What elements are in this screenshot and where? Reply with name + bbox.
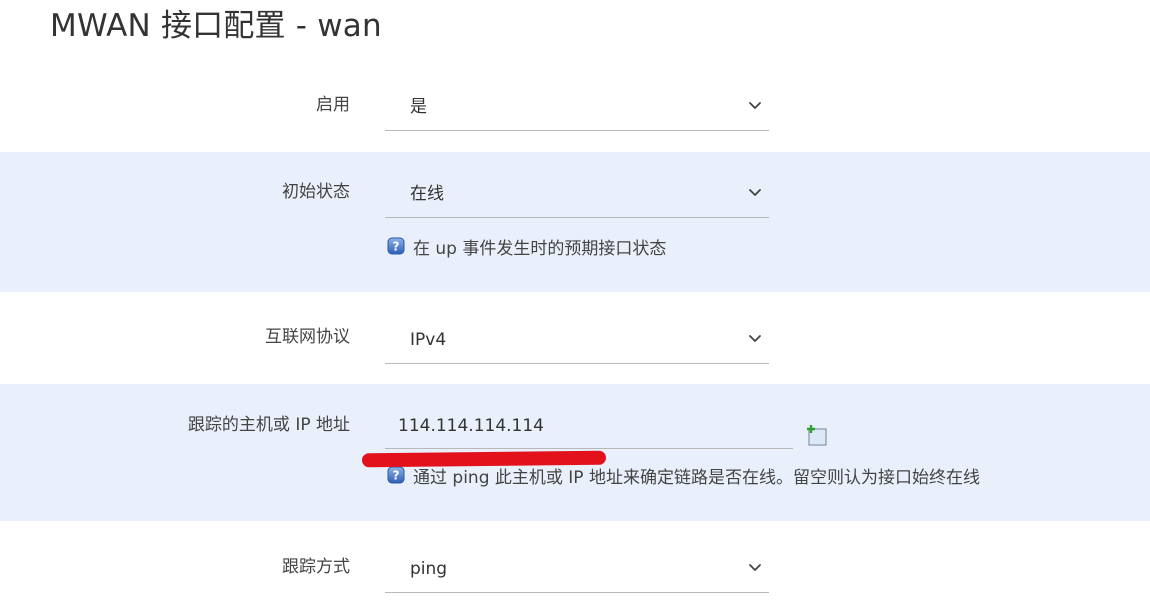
chevron-down-icon (749, 102, 761, 109)
row-initial-state: 初始状态 在线 ? 在 up 事件发生时的预期接口状态 (0, 152, 1150, 292)
enabled-select[interactable]: 是 (385, 83, 769, 131)
svg-text:?: ? (393, 240, 400, 254)
track-ip-help-text: 通过 ping 此主机或 IP 地址来确定链路是否在线。留空则认为接口始终在线 (413, 468, 980, 488)
track-method-value: ping (410, 559, 448, 579)
track-method-label: 跟踪方式 (282, 557, 350, 577)
chevron-down-icon (749, 189, 761, 196)
enabled-value: 是 (410, 97, 427, 117)
initial-state-help: ? 在 up 事件发生时的预期接口状态 (387, 237, 666, 261)
row-protocol: 互联网协议 IPv4 (0, 292, 1150, 384)
chevron-down-icon (749, 335, 761, 342)
add-field-icon[interactable] (806, 425, 828, 447)
protocol-value: IPv4 (410, 330, 447, 350)
page-title: MWAN 接口配置 - wan (50, 8, 382, 44)
initial-state-help-text: 在 up 事件发生时的预期接口状态 (413, 239, 667, 259)
row-enabled: 启用 是 (0, 58, 1150, 152)
track-ip-label: 跟踪的主机或 IP 地址 (187, 415, 350, 435)
protocol-label: 互联网协议 (265, 327, 350, 347)
svg-text:?: ? (393, 469, 400, 483)
track-method-select[interactable]: ping (385, 545, 769, 593)
initial-state-value: 在线 (410, 184, 444, 204)
enabled-label: 启用 (316, 95, 350, 115)
track-ip-input[interactable] (385, 403, 793, 449)
chevron-down-icon (749, 564, 761, 571)
track-ip-help: ? 通过 ping 此主机或 IP 地址来确定链路是否在线。留空则认为接口始终在… (387, 466, 980, 490)
help-icon: ? (387, 466, 405, 484)
help-icon: ? (387, 237, 405, 255)
initial-state-select[interactable]: 在线 (385, 170, 769, 218)
protocol-select[interactable]: IPv4 (385, 316, 769, 364)
row-track-method: 跟踪方式 ping (0, 521, 1150, 611)
initial-state-label: 初始状态 (282, 182, 350, 202)
red-annotation-mark (361, 450, 607, 468)
